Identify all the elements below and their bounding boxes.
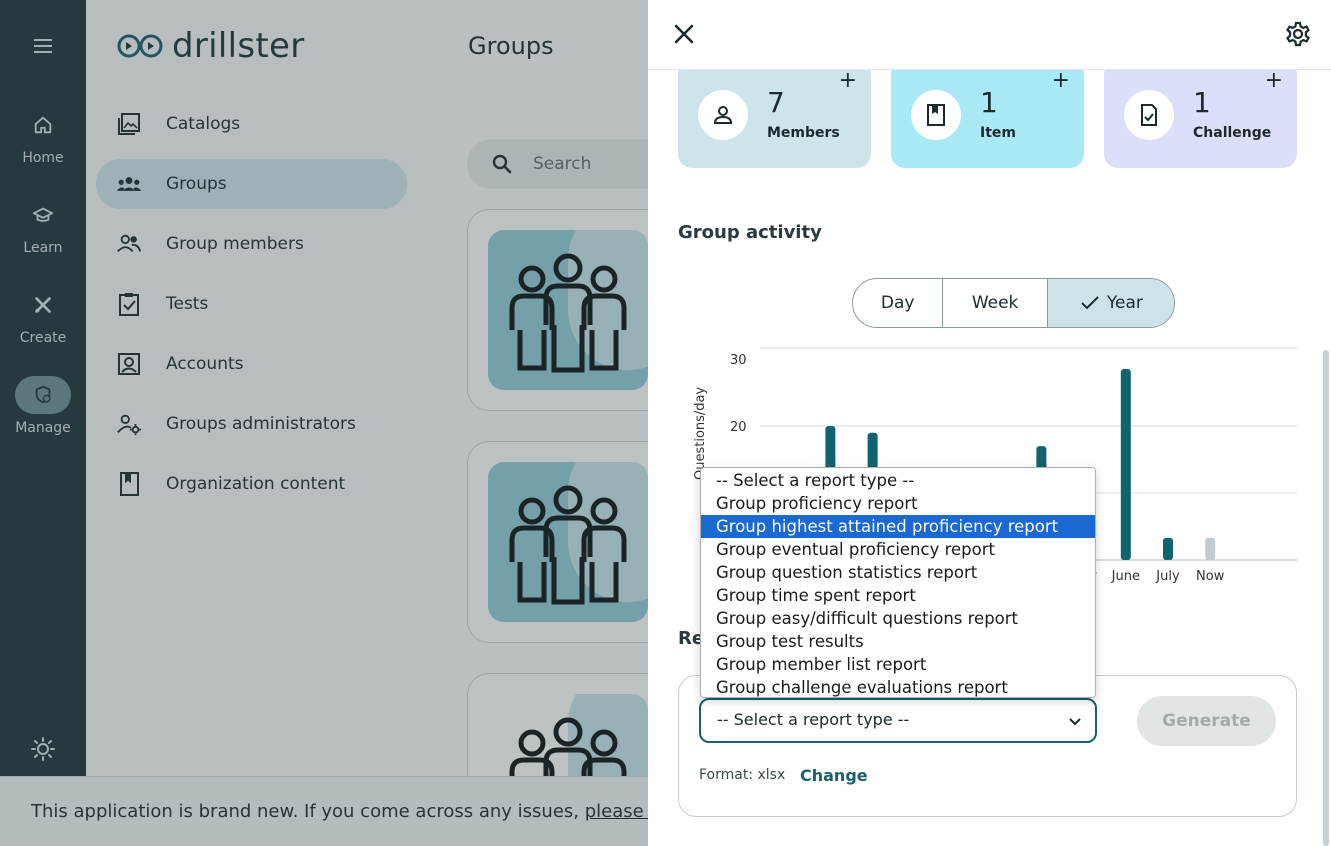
report-type-option[interactable]: Group question statistics report [701,561,1095,584]
x-tick-label: June [1111,569,1140,584]
report-type-option[interactable]: Group time spent report [701,584,1095,607]
change-format-link[interactable]: Change [800,766,868,785]
period-day[interactable]: Day [853,279,944,327]
select-value: -- Select a report type -- [717,710,910,729]
report-type-option[interactable]: Group highest attained proficiency repor… [701,515,1095,538]
y-tick-label: 20 [730,420,747,435]
modal-scrim[interactable] [0,0,648,846]
report-type-option[interactable]: Group easy/difficult questions report [701,607,1095,630]
period-year[interactable]: Year [1047,279,1174,327]
members-label: Members [767,125,840,141]
period-week[interactable]: Week [943,279,1048,327]
person-icon [713,106,733,124]
group-details-drawer: 7 Members + 1 Item + 1 Challenge + Group… [648,0,1331,846]
stat-items: 1 Item + [891,60,1084,168]
x-tick-label: July [1155,569,1180,584]
report-type-option[interactable]: Group proficiency report [701,492,1095,515]
items-count: 1 [980,86,998,119]
period-label: Year [1106,293,1143,313]
challenges-count: 1 [1193,86,1211,119]
activity-bar [1120,369,1131,560]
check-icon [1081,296,1099,310]
period-label: Week [971,293,1019,313]
x-tick-label: Now [1196,569,1225,584]
add-item-icon[interactable]: + [1052,68,1070,93]
report-type-option[interactable]: Group test results [701,630,1095,653]
period-toggle: Day Week Year [852,278,1175,328]
report-type-options: -- Select a report type -- Group proficie… [700,467,1096,698]
report-type-option[interactable]: Group challenge evaluations report [701,676,1095,699]
drawer-header [648,0,1331,70]
stat-members: 7 Members + [678,60,871,168]
activity-bar [1205,537,1216,560]
y-tick-label: 30 [730,353,747,368]
add-member-icon[interactable]: + [839,68,857,93]
stat-challenges: 1 Challenge + [1104,60,1297,168]
chevron-down-icon [1069,718,1081,726]
members-count: 7 [767,86,785,119]
group-activity-title: Group activity [678,222,822,243]
challenges-label: Challenge [1193,125,1272,141]
format-text: Format: xlsx [699,767,786,783]
add-challenge-icon[interactable]: + [1265,68,1283,93]
book-icon [927,104,945,126]
activity-bar [1163,537,1173,560]
report-type-option[interactable]: Group eventual proficiency report [701,538,1095,561]
report-type-option[interactable]: Group member list report [701,653,1095,676]
y-axis-label: Questions/day [693,386,708,480]
gear-icon[interactable] [1284,20,1312,48]
drawer-scrollbar[interactable] [1323,350,1329,846]
generate-button[interactable]: Generate [1137,696,1276,746]
document-check-icon [1141,104,1157,126]
period-label: Day [880,293,915,313]
report-type-select[interactable]: -- Select a report type -- [699,698,1097,743]
close-icon[interactable] [670,20,698,48]
items-label: Item [980,125,1016,141]
report-type-option[interactable]: -- Select a report type -- [701,469,1095,492]
